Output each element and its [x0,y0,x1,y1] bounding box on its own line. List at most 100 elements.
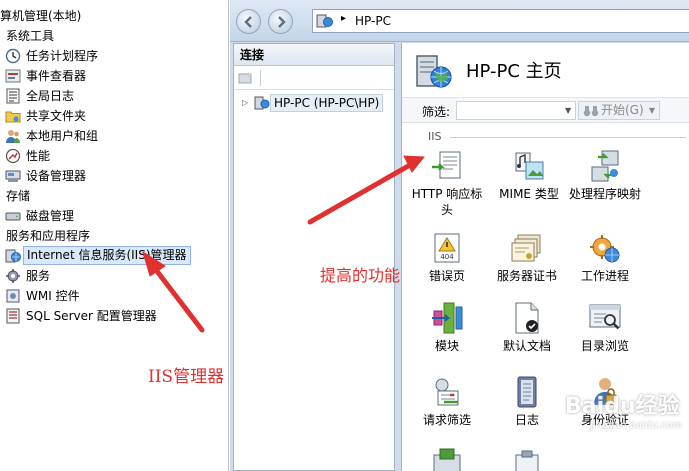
default-document-icon [515,302,539,334]
connect-icon[interactable] [238,70,254,86]
connection-node-label: HP-PC (HP-PC\HP) [270,94,384,112]
feature-label: 处理程序映射 [568,187,641,201]
server-certificates-icon [511,234,541,262]
tree-item-label: 本地用户和组 [26,129,99,143]
feature-directory-browsing[interactable]: 目录浏览 [566,301,644,354]
feature-label: 模块 [434,339,459,353]
feature-request-filtering[interactable]: 请求筛选 [408,375,486,428]
start-button-label: 开始(G) [601,103,644,117]
connections-toolbar [234,66,394,90]
tree-item-label: SQL Server 配置管理器 [26,309,157,323]
tree-item-label: 全局日志 [26,89,75,103]
tree-item-label: 事件查看器 [26,69,87,83]
baidu-watermark: Baidu经验 [565,394,680,419]
feature-partial-2[interactable] [488,447,566,471]
feature-label: 目录浏览 [580,339,629,353]
computer-management-tree: 算机管理(本地) 系统工具 任务计划程序 事件查看器 全局日志 共享文件夹 本地… [0,0,229,471]
annotation-iis-manager: IIS管理器 [148,367,225,387]
feature-label: 服务器证书 [496,269,557,283]
start-button[interactable]: 开始(G) ▼ [578,101,660,120]
tree-item-label: 设备管理器 [26,169,87,183]
gear-icon [6,269,20,283]
feature-label: MIME 类型 [499,187,559,201]
connections-pane: 连接 ▷ HP-PC (HP-PC\HP) [233,43,395,471]
feature-server-certificates[interactable]: 服务器证书 [488,231,566,284]
modules-icon [432,302,463,334]
tree-item-label: Internet 信息服务(IIS)管理器 [23,246,191,265]
log-icon [6,88,20,104]
filter-input[interactable] [456,101,576,120]
feature-handler-mappings[interactable]: 处理程序映射 [566,149,644,202]
server-icon [254,96,270,110]
breadcrumb-separator: ▸ [341,13,347,24]
feature-label: 默认文档 [502,339,551,353]
tree-item-label: 共享文件夹 [26,109,87,123]
feature-label: 日志 [514,413,539,427]
device-manager-icon [5,170,21,182]
feature-http-headers[interactable]: HTTP 响应标头 [408,149,486,218]
tree-item-label: WMI 控件 [26,289,80,303]
start-dropdown-icon[interactable]: ▼ [649,102,655,119]
disk-icon [5,212,21,221]
filter-dropdown-icon[interactable]: ▼ [565,106,571,115]
error-pages-icon: 404 [434,233,460,263]
toolbar-divider [260,70,261,86]
svg-text:404: 404 [440,253,454,261]
tree-item-label: 性能 [26,149,51,163]
tree-item-label: 服务 [26,269,51,283]
feature-worker-processes[interactable]: 工作进程 [566,231,644,284]
shared-folder-icon [5,111,21,123]
feature-default-document[interactable]: 默认文档 [488,301,566,354]
request-filtering-icon [435,378,459,406]
feature-mime-types[interactable]: MIME 类型 [490,149,568,202]
arrow-left-icon [244,16,252,28]
wmi-icon [6,289,20,303]
arrow-right-icon [278,16,286,28]
output-caching-icon [515,450,539,471]
tree-item-label: 任务计划程序 [26,49,99,63]
feature-label: HTTP 响应标头 [411,187,483,217]
binoculars-icon [583,106,599,117]
group-label-iis: IIS [428,130,442,143]
feature-label: 工作进程 [580,269,629,283]
tree-item-label: 磁盘管理 [26,209,75,223]
directory-browsing-icon [589,304,621,330]
breadcrumb-hp-pc[interactable]: HP-PC [355,14,391,28]
feature-partial-1[interactable] [408,447,486,471]
filter-label: 筛选: [422,105,451,119]
address-bar[interactable]: ▸ HP-PC [312,9,689,33]
forward-button[interactable] [268,9,293,34]
feature-error-pages[interactable]: 404 错误页 [408,231,486,284]
tree-item-label: 系统工具 [6,29,55,43]
annotation-features: 提高的功能 [320,266,401,285]
tree-item-label: 存储 [6,189,31,203]
handler-mappings-icon [591,150,619,182]
navigation-bar: ▸ HP-PC [230,0,689,42]
users-icon [6,130,20,143]
feature-label: 请求筛选 [422,413,471,427]
worker-processes-icon [590,235,620,263]
feature-label: 错误页 [428,269,465,283]
sql-icon [6,308,20,324]
mime-types-icon [515,152,544,180]
clock-icon [5,48,21,64]
back-button[interactable] [236,9,261,34]
tree-root-label: 算机管理(本地) [0,9,82,23]
feature-logging[interactable]: 日志 [488,375,566,428]
iis-icon [5,249,21,263]
server-globe-icon [416,55,452,88]
group-divider [450,137,686,138]
expand-arrow-icon[interactable]: ▷ [242,94,248,112]
compression-icon [433,448,461,471]
page-title: HP-PC 主页 [466,61,562,82]
iis-icon [316,14,333,28]
connections-header: 连接 [234,44,394,66]
tree-item-label: 服务和应用程序 [6,229,91,243]
feature-modules[interactable]: 模块 [408,301,486,354]
performance-icon [5,148,21,164]
baidu-watermark-url: jingyan.baidu.com [590,420,683,431]
http-headers-icon [432,151,461,179]
logging-icon [517,376,537,408]
event-viewer-icon [5,69,21,83]
filter-bar: 筛选: ▼ 开始(G) ▼ [402,97,689,123]
